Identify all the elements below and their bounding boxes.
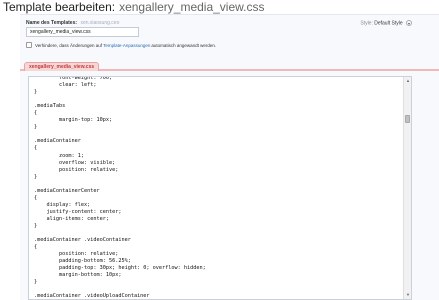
code-line: justify-content: center; bbox=[34, 208, 122, 215]
code-line: { bbox=[34, 110, 38, 117]
code-editor[interactable]: font-weight: 700; clear: left;} .mediaTa… bbox=[28, 76, 412, 300]
prevent-propagation-checkbox[interactable] bbox=[26, 42, 32, 48]
template-name-label: Name des Templates: xen.xiaosung.ceo bbox=[26, 20, 119, 26]
style-selector-label: Style: bbox=[360, 20, 373, 27]
code-line: padding-top: 30px; height: 0; overflow: … bbox=[34, 265, 206, 272]
code-line: .mediaContainer .videoUploadContainer bbox=[34, 293, 150, 300]
code-line: { bbox=[34, 244, 38, 251]
template-name-input[interactable]: xengallery_media_view.css bbox=[26, 27, 139, 37]
code-line: .mediaContainer bbox=[34, 138, 81, 145]
style-selector[interactable]: Style: Default Style ▾ bbox=[360, 20, 412, 26]
checkbox-text-after: automatisch angewandt werden. bbox=[151, 42, 217, 48]
code-line: display: flex; bbox=[34, 201, 91, 208]
code-line: clear: left; bbox=[34, 82, 97, 89]
scroll-up-arrow-icon[interactable]: ▲ bbox=[405, 78, 411, 84]
code-line: align-items: center; bbox=[34, 215, 109, 222]
code-line: position: relative; bbox=[34, 166, 119, 173]
scroll-down-arrow-icon[interactable]: ▼ bbox=[405, 292, 411, 298]
page-title-filename: xengallery_media_view.css bbox=[119, 0, 265, 14]
code-line: } bbox=[34, 173, 38, 180]
code-line: position: relative; bbox=[34, 251, 119, 258]
code-line: } bbox=[34, 279, 38, 286]
code-line: padding-bottom: 56.25%; bbox=[34, 258, 131, 265]
code-line: overflow: visible; bbox=[34, 159, 116, 166]
checkbox-text-before: Verhindere, dass Änderungen auf bbox=[35, 42, 103, 48]
template-name-hint: xen.xiaosung.ceo bbox=[80, 20, 120, 26]
code-line: } bbox=[34, 124, 38, 131]
code-line: { bbox=[34, 145, 38, 152]
code-line: margin-top: 10px; bbox=[34, 117, 113, 124]
code-line: } bbox=[34, 222, 38, 229]
chevron-down-icon[interactable]: ▾ bbox=[406, 20, 412, 26]
editor-scrollbar[interactable]: ▲ ▼ bbox=[403, 77, 411, 299]
code-line: { bbox=[34, 194, 38, 201]
editor-area: font-weight: 700; clear: left;} .mediaTa… bbox=[20, 71, 439, 300]
page-title: Template bearbeiten: xengallery_media_vi… bbox=[3, 0, 264, 14]
tab-xengallery-media-view[interactable]: xengallery_media_view.css bbox=[24, 62, 100, 71]
template-tabs: xengallery_media_view.css bbox=[20, 62, 439, 71]
template-name-label-text: Name des Templates: bbox=[26, 20, 78, 26]
code-content[interactable]: font-weight: 700; clear: left;} .mediaTa… bbox=[34, 77, 206, 300]
scrollbar-thumb[interactable] bbox=[405, 115, 410, 123]
code-line: .mediaTabs bbox=[34, 103, 66, 110]
code-line: .mediaContainer .videoContainer bbox=[34, 237, 131, 244]
code-line: margin-bottom: 10px; bbox=[34, 272, 122, 279]
code-line: } bbox=[34, 89, 38, 96]
page-title-prefix: Template bearbeiten: bbox=[3, 0, 116, 14]
template-modifications-link[interactable]: Template-Anpassungen bbox=[103, 43, 150, 48]
prevent-propagation-option: Verhindere, dass Änderungen auf Template… bbox=[26, 42, 216, 48]
code-line: .mediaContainerCenter bbox=[34, 187, 100, 194]
code-line: zoom: 1; bbox=[34, 152, 84, 159]
style-selector-value: Default Style bbox=[374, 20, 403, 27]
